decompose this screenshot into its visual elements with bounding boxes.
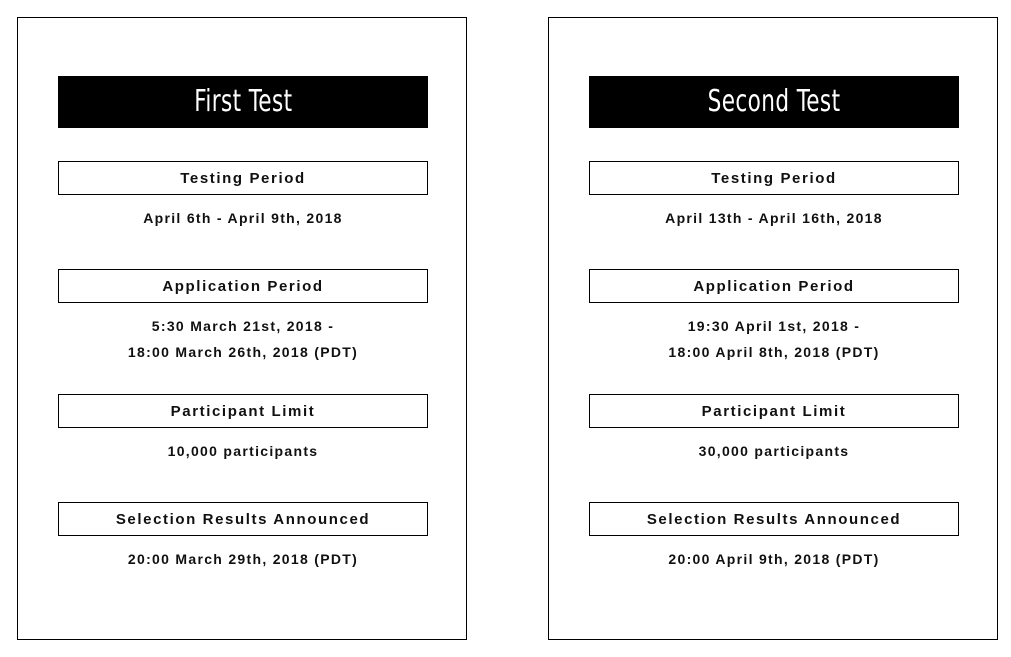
- card-title-first: First Test: [193, 84, 293, 119]
- value-line: 20:00 March 29th, 2018 (PDT): [127, 551, 359, 567]
- card-title-bar-second: Second Test: [589, 76, 959, 128]
- card-title-second: Second Test: [707, 84, 841, 119]
- label-box-testing-period-first: Testing Period: [58, 161, 428, 195]
- value-testing-period-first: April 6th - April 9th, 2018: [58, 205, 428, 231]
- value-line: 19:30 April 1st, 2018 -: [687, 318, 861, 334]
- value-line: April 13th - April 16th, 2018: [665, 210, 883, 226]
- label-box-participant-limit-first: Participant Limit: [58, 394, 428, 428]
- label-box-selection-results-first: Selection Results Announced: [58, 502, 428, 536]
- card-title-bar-first: First Test: [58, 76, 428, 128]
- label-participant-limit-first: Participant Limit: [170, 402, 316, 420]
- value-line: 10,000 participants: [167, 443, 319, 459]
- label-selection-results-first: Selection Results Announced: [115, 510, 371, 528]
- section-participant-limit-second: Participant Limit 30,000 participants: [589, 394, 959, 464]
- schedule-page: First Test Testing Period April 6th - Ap…: [0, 0, 1011, 657]
- label-application-period-first: Application Period: [162, 277, 324, 295]
- value-line: April 6th - April 9th, 2018: [143, 210, 343, 226]
- value-line: 18:00 April 8th, 2018 (PDT): [668, 344, 880, 360]
- label-testing-period-second: Testing Period: [711, 169, 837, 187]
- test-card-first: First Test Testing Period April 6th - Ap…: [17, 17, 467, 640]
- label-box-selection-results-second: Selection Results Announced: [589, 502, 959, 536]
- section-testing-period-second: Testing Period April 13th - April 16th, …: [589, 161, 959, 231]
- card-content-second: Second Test Testing Period April 13th - …: [589, 76, 959, 572]
- value-application-period-second: 19:30 April 1st, 2018 - 18:00 April 8th,…: [589, 313, 959, 365]
- value-participant-limit-first: 10,000 participants: [58, 438, 428, 464]
- label-box-testing-period-second: Testing Period: [589, 161, 959, 195]
- section-selection-results-second: Selection Results Announced 20:00 April …: [589, 502, 959, 572]
- label-testing-period-first: Testing Period: [180, 169, 306, 187]
- value-participant-limit-second: 30,000 participants: [589, 438, 959, 464]
- value-line: 20:00 April 9th, 2018 (PDT): [668, 551, 880, 567]
- section-testing-period-first: Testing Period April 6th - April 9th, 20…: [58, 161, 428, 231]
- section-application-period-second: Application Period 19:30 April 1st, 2018…: [589, 269, 959, 365]
- value-line: 18:00 March 26th, 2018 (PDT): [127, 344, 359, 360]
- section-selection-results-first: Selection Results Announced 20:00 March …: [58, 502, 428, 572]
- label-application-period-second: Application Period: [693, 277, 855, 295]
- value-testing-period-second: April 13th - April 16th, 2018: [589, 205, 959, 231]
- section-application-period-first: Application Period 5:30 March 21st, 2018…: [58, 269, 428, 365]
- value-selection-results-second: 20:00 April 9th, 2018 (PDT): [589, 546, 959, 572]
- section-participant-limit-first: Participant Limit 10,000 participants: [58, 394, 428, 464]
- value-application-period-first: 5:30 March 21st, 2018 - 18:00 March 26th…: [58, 313, 428, 365]
- label-participant-limit-second: Participant Limit: [701, 402, 847, 420]
- value-line: 30,000 participants: [698, 443, 850, 459]
- test-cards-container: First Test Testing Period April 6th - Ap…: [17, 17, 998, 640]
- card-content-first: First Test Testing Period April 6th - Ap…: [58, 76, 428, 572]
- label-box-application-period-second: Application Period: [589, 269, 959, 303]
- value-line: 5:30 March 21st, 2018 -: [151, 318, 335, 334]
- label-box-application-period-first: Application Period: [58, 269, 428, 303]
- value-selection-results-first: 20:00 March 29th, 2018 (PDT): [58, 546, 428, 572]
- label-selection-results-second: Selection Results Announced: [646, 510, 902, 528]
- label-box-participant-limit-second: Participant Limit: [589, 394, 959, 428]
- test-card-second: Second Test Testing Period April 13th - …: [548, 17, 998, 640]
